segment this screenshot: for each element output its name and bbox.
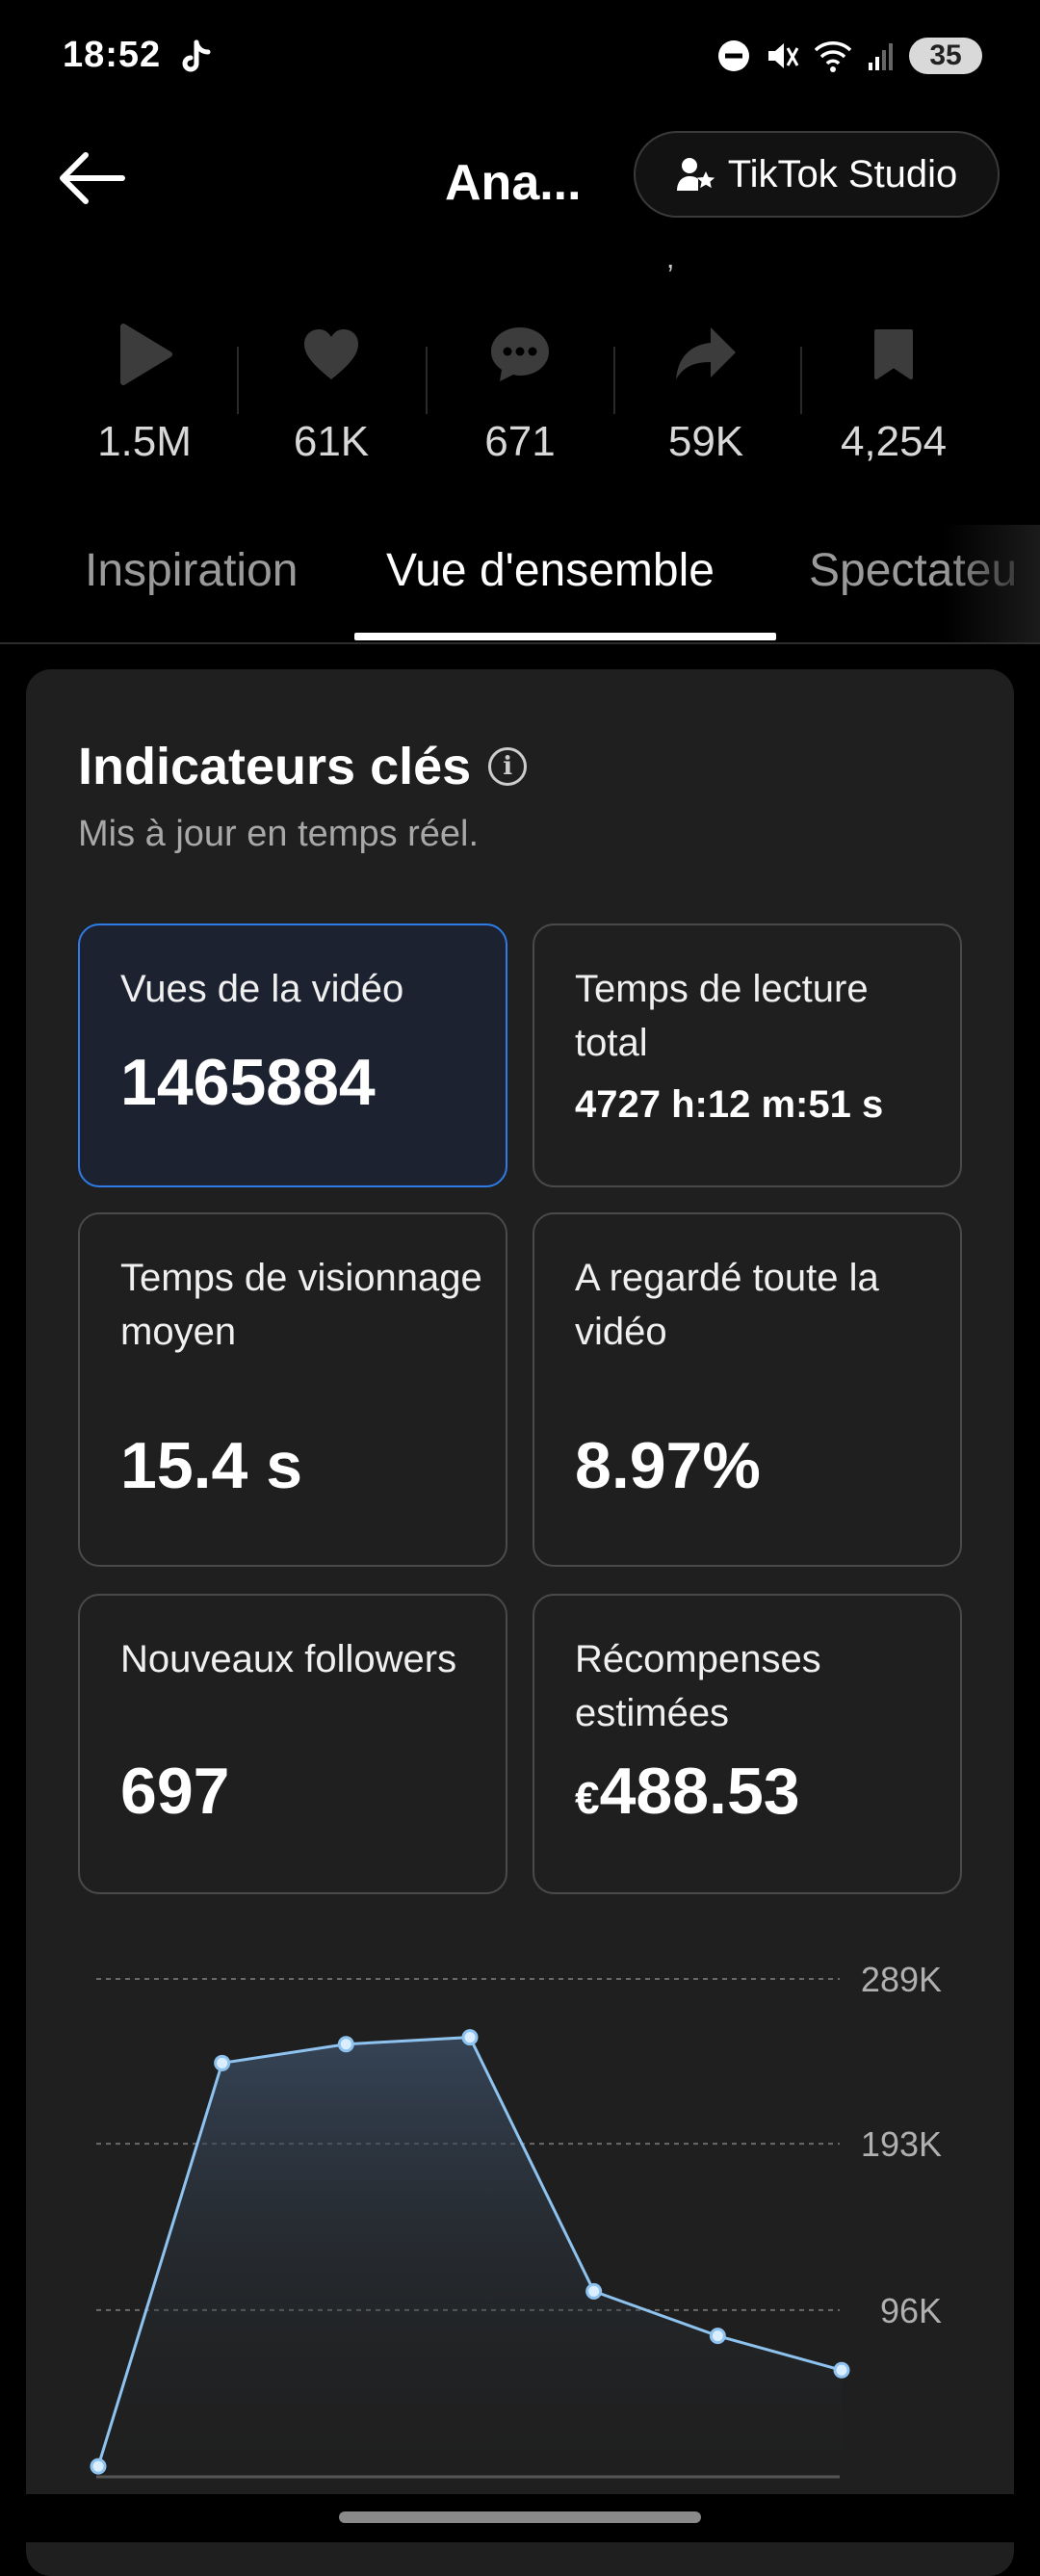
comment-icon — [491, 327, 549, 381]
stat-saves[interactable]: 4,254 — [807, 318, 980, 466]
chart-data-point[interactable] — [214, 2054, 231, 2071]
metric-new-followers[interactable]: Nouveaux followers 697 — [78, 1594, 507, 1894]
metric-estimated-rewards[interactable]: Récompenses estimées €488.53 — [533, 1594, 962, 1894]
y-tick-label: 96K — [880, 2291, 942, 2330]
mute-icon — [768, 43, 799, 68]
chart-data-point[interactable] — [461, 2029, 479, 2046]
metric-amount: 488.53 — [599, 1755, 800, 1828]
metric-value: 8.97% — [575, 1429, 761, 1502]
metric-average-watch-time[interactable]: Temps de visionnage moyen 15.4 s — [78, 1212, 507, 1567]
tiktok-studio-button[interactable]: TikTok Studio — [634, 131, 1000, 218]
engagement-stats: 1.5M 61K 671 59K 4,254 — [0, 318, 1040, 481]
heart-icon — [304, 329, 358, 379]
card-title: Indicateurs clés i — [78, 737, 528, 796]
card-title-text: Indicateurs clés — [78, 738, 472, 795]
metric-label: A regardé toute la vidéo — [575, 1257, 879, 1353]
metric-total-watch-time[interactable]: Temps de lecture total 4727 h:12 m:51 s — [533, 924, 962, 1187]
y-tick-label: 289K — [861, 1960, 942, 1999]
status-icons: 35 — [716, 35, 982, 77]
battery-indicator: 35 — [909, 38, 982, 74]
metric-value: 4727 h:12 m:51 s — [575, 1083, 884, 1126]
play-icon — [120, 324, 172, 385]
status-bar: 18:52 35 — [0, 0, 1040, 116]
stat-comments[interactable]: 671 — [433, 318, 607, 466]
tab-overview[interactable]: Vue d'ensemble — [386, 544, 715, 597]
stat-value: 59K — [667, 418, 744, 465]
signal-icon — [869, 43, 893, 70]
tiktok-notification-icon — [182, 39, 211, 72]
creator-icon — [676, 158, 715, 191]
stat-value: 671 — [484, 418, 556, 465]
metric-value: 697 — [120, 1755, 230, 1828]
currency-symbol: € — [575, 1773, 600, 1823]
home-indicator[interactable] — [339, 2511, 701, 2523]
metric-label: Nouveaux followers — [120, 1638, 457, 1680]
metric-value: €488.53 — [575, 1754, 800, 1829]
tabs-fade-overlay — [944, 525, 1040, 642]
y-tick-label: 193K — [861, 2124, 942, 2164]
stat-likes[interactable]: 61K — [245, 318, 418, 466]
do-not-disturb-icon — [718, 40, 749, 71]
decorative-mark: , — [666, 243, 675, 274]
divider — [613, 347, 615, 414]
tab-inspiration[interactable]: Inspiration — [85, 544, 298, 597]
divider — [237, 347, 239, 414]
tab-bar: Inspiration Vue d'ensemble Spectateu — [0, 525, 1040, 644]
metric-label: Temps de lecture total — [575, 968, 869, 1064]
views-chart[interactable]: 289K 193K 96K — [0, 1945, 1040, 2485]
share-icon — [676, 327, 736, 379]
back-button[interactable] — [50, 144, 133, 212]
active-tab-indicator — [354, 633, 776, 640]
metric-label: Récompenses estimées — [575, 1638, 821, 1734]
header: Ana... TikTok Studio — [0, 125, 1040, 231]
tiktok-studio-label: TikTok Studio — [727, 152, 958, 195]
metric-value: 1465884 — [120, 1046, 376, 1119]
back-arrow-icon — [60, 152, 125, 204]
bookmark-icon — [874, 329, 913, 379]
metric-watched-full-video[interactable]: A regardé toute la vidéo 8.97% — [533, 1212, 962, 1567]
status-time: 18:52 — [63, 35, 162, 75]
chart-data-point[interactable] — [585, 2282, 603, 2300]
metric-value: 15.4 s — [120, 1429, 303, 1502]
stat-value: 1.5M — [97, 418, 192, 465]
card-subtitle: Mis à jour en temps réel. — [78, 814, 480, 854]
stat-plays[interactable]: 1.5M — [58, 318, 231, 466]
chart-data-point[interactable] — [337, 2036, 354, 2053]
metric-video-views[interactable]: Vues de la vidéo 1465884 — [78, 924, 507, 1187]
chart-data-point[interactable] — [709, 2328, 726, 2345]
stat-shares[interactable]: 59K — [619, 318, 793, 466]
metric-label: Temps de visionnage moyen — [120, 1257, 482, 1353]
divider — [800, 347, 802, 414]
wifi-icon — [814, 41, 852, 72]
chart-data-point[interactable] — [90, 2458, 107, 2475]
page-title: Ana... — [445, 155, 582, 211]
battery-level: 35 — [929, 39, 962, 71]
metric-label: Vues de la vidéo — [120, 968, 404, 1010]
chart-data-point[interactable] — [833, 2361, 850, 2379]
stat-value: 4,254 — [840, 418, 948, 465]
info-icon[interactable]: i — [488, 747, 528, 786]
stat-value: 61K — [293, 418, 370, 465]
divider — [426, 347, 428, 414]
